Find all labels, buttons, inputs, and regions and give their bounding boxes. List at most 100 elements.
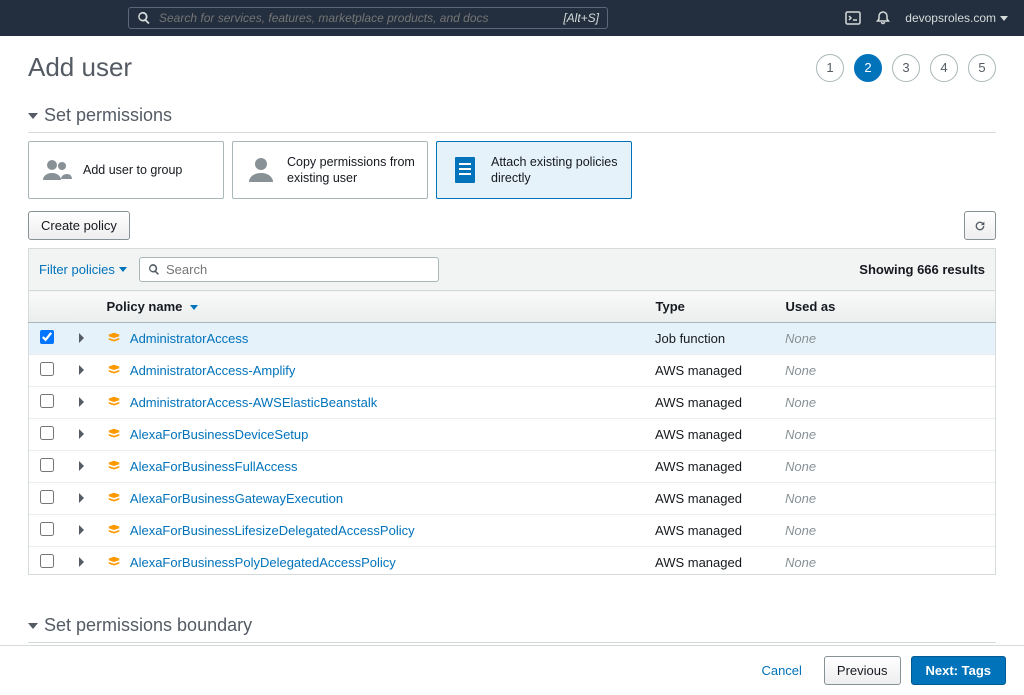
policy-name-link[interactable]: AdministratorAccess-Amplify xyxy=(130,363,295,378)
expand-row-icon[interactable] xyxy=(79,397,84,407)
policy-table-header: Policy name Type Used as xyxy=(28,290,996,323)
policy-icon xyxy=(107,523,121,537)
policy-search[interactable] xyxy=(139,257,439,282)
expand-row-icon[interactable] xyxy=(79,461,84,471)
policy-name-link[interactable]: AlexaForBusinessGatewayExecution xyxy=(130,491,343,506)
expand-row-icon[interactable] xyxy=(79,493,84,503)
policy-checkbox[interactable] xyxy=(40,522,54,536)
sort-icon xyxy=(190,305,198,310)
permissions-boundary-header[interactable]: Set permissions boundary xyxy=(28,615,996,643)
top-navbar: [Alt+S] devopsroles.com xyxy=(0,0,1024,36)
policy-name-link[interactable]: AlexaForBusinessLifesizeDelegatedAccessP… xyxy=(130,523,415,538)
policy-name-link[interactable]: AlexaForBusinessFullAccess xyxy=(130,459,298,474)
chevron-down-icon xyxy=(119,267,127,272)
group-icon xyxy=(41,154,73,186)
refresh-button[interactable] xyxy=(964,211,996,240)
set-permissions-header[interactable]: Set permissions xyxy=(28,105,996,133)
step-4[interactable]: 4 xyxy=(930,54,958,82)
policy-used-as: None xyxy=(785,395,816,410)
table-row: AlexaForBusinessDeviceSetup AWS managed … xyxy=(29,419,995,451)
chevron-down-icon xyxy=(1000,16,1008,21)
policy-checkbox[interactable] xyxy=(40,330,54,344)
policy-used-as: None xyxy=(785,523,816,538)
page-title: Add user xyxy=(28,52,132,83)
policy-used-as: None xyxy=(785,491,816,506)
step-1[interactable]: 1 xyxy=(816,54,844,82)
policy-used-as: None xyxy=(785,427,816,442)
column-policy-name[interactable]: Policy name xyxy=(97,291,646,323)
policy-type: AWS managed xyxy=(645,483,775,515)
table-row: AlexaForBusinessGatewayExecution AWS man… xyxy=(29,483,995,515)
policy-checkbox[interactable] xyxy=(40,426,54,440)
account-username: devopsroles.com xyxy=(905,11,996,25)
document-icon xyxy=(449,154,481,186)
results-count: Showing 666 results xyxy=(859,262,985,277)
policy-type: AWS managed xyxy=(645,515,775,547)
policy-icon xyxy=(107,555,121,569)
policy-search-input[interactable] xyxy=(166,262,430,277)
permissions-boundary-title: Set permissions boundary xyxy=(44,615,252,636)
policy-name-link[interactable]: AlexaForBusinessDeviceSetup xyxy=(130,427,308,442)
policy-type: AWS managed xyxy=(645,387,775,419)
cancel-button[interactable]: Cancel xyxy=(749,656,813,685)
user-icon xyxy=(245,154,277,186)
table-row: AlexaForBusinessPolyDelegatedAccessPolic… xyxy=(29,547,995,576)
policy-checkbox[interactable] xyxy=(40,554,54,568)
policy-used-as: None xyxy=(785,459,816,474)
policy-table-body-container[interactable]: AdministratorAccess Job function None Ad… xyxy=(28,323,996,575)
cloudshell-icon[interactable] xyxy=(845,10,861,26)
table-row: AdministratorAccess Job function None xyxy=(29,323,995,355)
search-shortcut-hint: [Alt+S] xyxy=(563,11,599,25)
search-icon xyxy=(148,263,160,276)
column-used-as[interactable]: Used as xyxy=(776,291,996,323)
next-button[interactable]: Next: Tags xyxy=(911,656,1007,685)
policy-icon xyxy=(107,427,121,441)
policy-icon xyxy=(107,363,121,377)
expand-row-icon[interactable] xyxy=(79,333,84,343)
filter-policies-dropdown[interactable]: Filter policies xyxy=(39,262,127,277)
step-5[interactable]: 5 xyxy=(968,54,996,82)
table-row: AdministratorAccess-Amplify AWS managed … xyxy=(29,355,995,387)
tile-attach-policies[interactable]: Attach existing policies directly xyxy=(436,141,632,199)
search-icon xyxy=(137,11,151,25)
account-menu[interactable]: devopsroles.com xyxy=(905,11,1008,25)
notifications-icon[interactable] xyxy=(875,10,891,26)
policy-name-link[interactable]: AdministratorAccess-AWSElasticBeanstalk xyxy=(130,395,377,410)
expand-row-icon[interactable] xyxy=(79,557,84,567)
policy-type: AWS managed xyxy=(645,547,775,576)
step-2[interactable]: 2 xyxy=(854,54,882,82)
step-3[interactable]: 3 xyxy=(892,54,920,82)
table-row: AlexaForBusinessFullAccess AWS managed N… xyxy=(29,451,995,483)
previous-button[interactable]: Previous xyxy=(824,656,901,685)
policy-checkbox[interactable] xyxy=(40,458,54,472)
policy-used-as: None xyxy=(785,555,816,570)
refresh-icon xyxy=(973,219,987,233)
policy-used-as: None xyxy=(785,331,816,346)
wizard-steps: 1 2 3 4 5 xyxy=(816,54,996,82)
expand-row-icon[interactable] xyxy=(79,365,84,375)
policy-name-link[interactable]: AdministratorAccess xyxy=(130,331,248,346)
chevron-down-icon xyxy=(28,623,38,629)
tile-copy-permissions[interactable]: Copy permissions from existing user xyxy=(232,141,428,199)
expand-row-icon[interactable] xyxy=(79,525,84,535)
global-search-input[interactable] xyxy=(159,11,563,25)
policy-type: AWS managed xyxy=(645,419,775,451)
global-search[interactable]: [Alt+S] xyxy=(128,7,608,29)
policy-icon xyxy=(107,395,121,409)
table-row: AdministratorAccess-AWSElasticBeanstalk … xyxy=(29,387,995,419)
policy-checkbox[interactable] xyxy=(40,490,54,504)
wizard-footer: Cancel Previous Next: Tags xyxy=(0,645,1024,695)
policy-icon xyxy=(107,491,121,505)
policy-checkbox[interactable] xyxy=(40,394,54,408)
policy-type: Job function xyxy=(645,323,775,355)
chevron-down-icon xyxy=(28,113,38,119)
column-type[interactable]: Type xyxy=(646,291,776,323)
policy-name-link[interactable]: AlexaForBusinessPolyDelegatedAccessPolic… xyxy=(130,555,396,570)
policy-used-as: None xyxy=(785,363,816,378)
expand-row-icon[interactable] xyxy=(79,429,84,439)
policy-type: AWS managed xyxy=(645,451,775,483)
policy-type: AWS managed xyxy=(645,355,775,387)
policy-checkbox[interactable] xyxy=(40,362,54,376)
create-policy-button[interactable]: Create policy xyxy=(28,211,130,240)
tile-add-to-group[interactable]: Add user to group xyxy=(28,141,224,199)
